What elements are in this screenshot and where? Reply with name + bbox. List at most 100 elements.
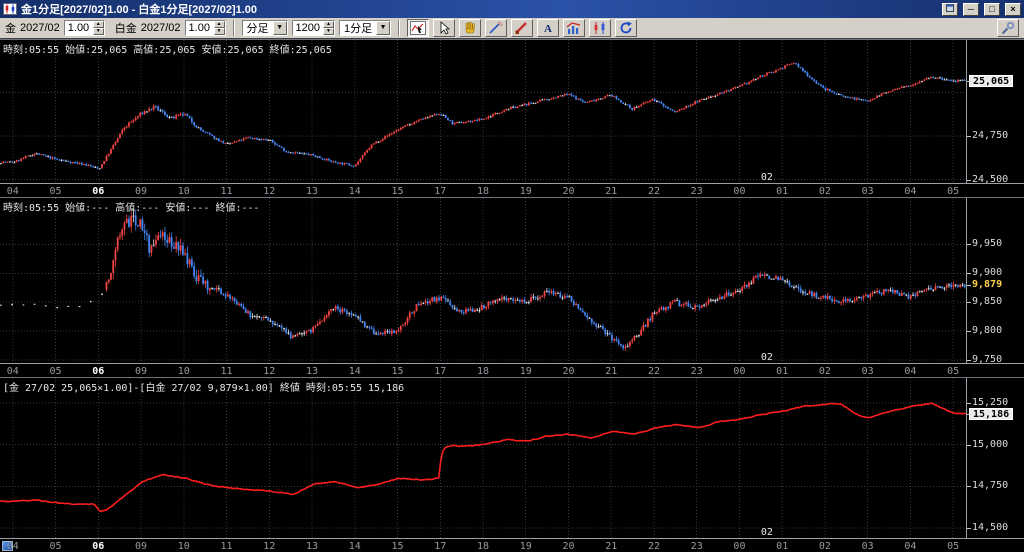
period-type-value: 分足 (246, 23, 269, 35)
spread-chart-canvas[interactable]: [金 27/02 25,065×1.00]-[白金 27/02 9,879×1.… (0, 378, 966, 538)
close-button[interactable]: × (1005, 2, 1021, 16)
chart-select-icon (410, 21, 427, 35)
time-axis-label: 20 (562, 186, 575, 197)
platinum-chart-canvas[interactable]: 時刻:05:55 始値:--- 高値:--- 安値:--- 終値:--- 02 (0, 198, 966, 363)
time-axis-label: 05 (49, 366, 62, 377)
time-axis-label: 09 (135, 541, 148, 552)
pan-hand-button[interactable] (459, 19, 482, 37)
time-axis-label: 15 (391, 366, 404, 377)
current-price-label: 15,186 (969, 407, 1014, 420)
time-axis-label: 05 (947, 186, 960, 197)
platinum-multiplier-up-button[interactable]: ▲ (213, 21, 225, 28)
brush-icon (515, 22, 528, 34)
time-axis-label: 22 (647, 186, 660, 197)
time-axis-label: 17 (434, 366, 447, 377)
window-menu-button[interactable] (942, 2, 958, 16)
candlestick-chart: 02 (0, 40, 966, 183)
platinum-multiplier-spinner[interactable]: 1.00 ▲ ▼ (184, 20, 226, 36)
interval-value: 1分足 (344, 23, 373, 35)
price-axis-label: 14,750 (972, 480, 1009, 492)
bar-count-spinner[interactable]: 1200 ▲ ▼ (291, 20, 336, 36)
period-type-dropdown[interactable]: 分足 ▼ (241, 20, 288, 36)
interval-dropdown[interactable]: 1分足 ▼ (339, 20, 392, 36)
settings-button[interactable] (997, 19, 1019, 37)
gold-chart-canvas[interactable]: 時刻:05:55 始値:25,065 高値:25,065 安値:25,065 終… (0, 40, 966, 183)
platinum-multiplier-value: 1.00 (188, 22, 210, 34)
gold-info-line: 時刻:05:55 始値:25,065 高値:25,065 安値:25,065 終… (3, 45, 332, 56)
time-axis-label: 21 (605, 541, 618, 552)
time-axis-label: 03 (861, 186, 874, 197)
chevron-down-icon[interactable]: ▼ (376, 21, 391, 35)
time-axis-label: 04 (904, 541, 917, 552)
refresh-icon (620, 21, 632, 34)
minimize-button[interactable]: ─ (963, 2, 979, 16)
time-axis-label: 06 (92, 541, 105, 552)
svg-text:02: 02 (761, 352, 773, 363)
gold-contract-label: 2027/02 (20, 22, 60, 34)
pointer-icon (440, 21, 451, 35)
toolbar-separator (398, 20, 401, 36)
spread-chart-panel: [金 27/02 25,065×1.00]-[白金 27/02 9,879×1.… (0, 377, 1024, 552)
bar-count-down-button[interactable]: ▼ (323, 28, 335, 35)
time-axis-label: 05 (49, 541, 62, 552)
time-axis-label: 13 (305, 366, 319, 377)
line-draw-button[interactable] (485, 19, 508, 37)
pointer-button[interactable] (433, 19, 456, 37)
time-axis-label: 11 (220, 366, 233, 377)
price-axis-label: 15,000 (972, 438, 1009, 450)
candle-type-button[interactable] (589, 19, 612, 37)
platinum-price-axis: 9,950 9,900 9,879 9,850 9,800 9,750 (966, 198, 1024, 365)
time-axis-label: 02 (818, 366, 831, 377)
svg-text:02: 02 (761, 172, 773, 183)
gold-multiplier-down-button[interactable]: ▼ (92, 28, 104, 35)
platinum-multiplier-down-button[interactable]: ▼ (213, 28, 225, 35)
price-axis-label: 9,900 (972, 267, 1003, 279)
maximize-button[interactable]: □ (984, 2, 1000, 16)
time-axis-label: 03 (861, 366, 874, 377)
time-axis-label: 17 (434, 186, 447, 197)
time-axis-label: 21 (605, 366, 618, 377)
time-axis-label: 11 (220, 186, 233, 197)
brush-button[interactable] (511, 19, 534, 37)
gold-multiplier-up-button[interactable]: ▲ (92, 21, 104, 28)
time-axis-label: 05 (947, 541, 960, 552)
title-bar[interactable]: 金1分足[2027/02]1.00 - 白金1分足[2027/02]1.00 ─… (0, 0, 1024, 18)
gold-multiplier-spinner[interactable]: 1.00 ▲ ▼ (63, 20, 105, 36)
indicator-button[interactable] (563, 19, 586, 37)
time-axis-label: 09 (135, 366, 148, 377)
time-axis-label: 10 (177, 186, 190, 197)
platinum-time-axis: 04 05 06 09 10 11 12 13 14 15 17 18 19 20 21 22 23 00 01 02… (0, 363, 1024, 377)
time-axis-label: 04 (6, 541, 19, 552)
gold-multiplier-value: 1.00 (67, 22, 90, 34)
window-title: 金1分足[2027/02]1.00 - 白金1分足[2027/02]1.00 (21, 4, 258, 16)
time-axis-label: 12 (263, 366, 276, 377)
time-axis-label: 22 (647, 541, 660, 552)
svg-text:A: A (544, 23, 552, 35)
toolbar: 金 2027/02 1.00 ▲ ▼ 白金 2027/02 1.00 ▲ ▼ 分… (0, 18, 1024, 39)
chart-select-button[interactable] (407, 19, 430, 37)
time-axis-label: 11 (220, 541, 233, 552)
time-axis-label: 06 (92, 186, 105, 197)
time-axis-label: 18 (476, 186, 490, 197)
gold-chart-panel: 時刻:05:55 始値:25,065 高値:25,065 安値:25,065 終… (0, 39, 1024, 197)
platinum-label: 白金 (114, 23, 137, 35)
time-axis-label: 05 (947, 366, 960, 377)
time-axis-label: 12 (263, 541, 276, 552)
time-axis-label: 14 (348, 366, 361, 377)
candle-type-icon (594, 22, 605, 34)
time-axis-label: 21 (605, 186, 618, 197)
time-axis-label: 15 (391, 541, 404, 552)
time-axis-label: 15 (391, 186, 404, 197)
window-menu-icon (946, 3, 954, 12)
time-axis-label: 03 (861, 541, 874, 552)
refresh-button[interactable] (615, 19, 638, 37)
toolbar-separator (232, 20, 235, 36)
price-axis-label: 14,500 (972, 522, 1009, 533)
chevron-down-icon[interactable]: ▼ (272, 21, 287, 35)
text-annotation-button[interactable]: A (537, 19, 560, 37)
current-price-label: 25,065 (969, 74, 1014, 87)
time-axis-label: 12 (263, 186, 276, 197)
gold-label: 金 (5, 23, 16, 35)
spread-price-axis: 15,250 15,186 15,000 14,750 14,500 (966, 378, 1024, 538)
bar-count-up-button[interactable]: ▲ (323, 21, 335, 28)
